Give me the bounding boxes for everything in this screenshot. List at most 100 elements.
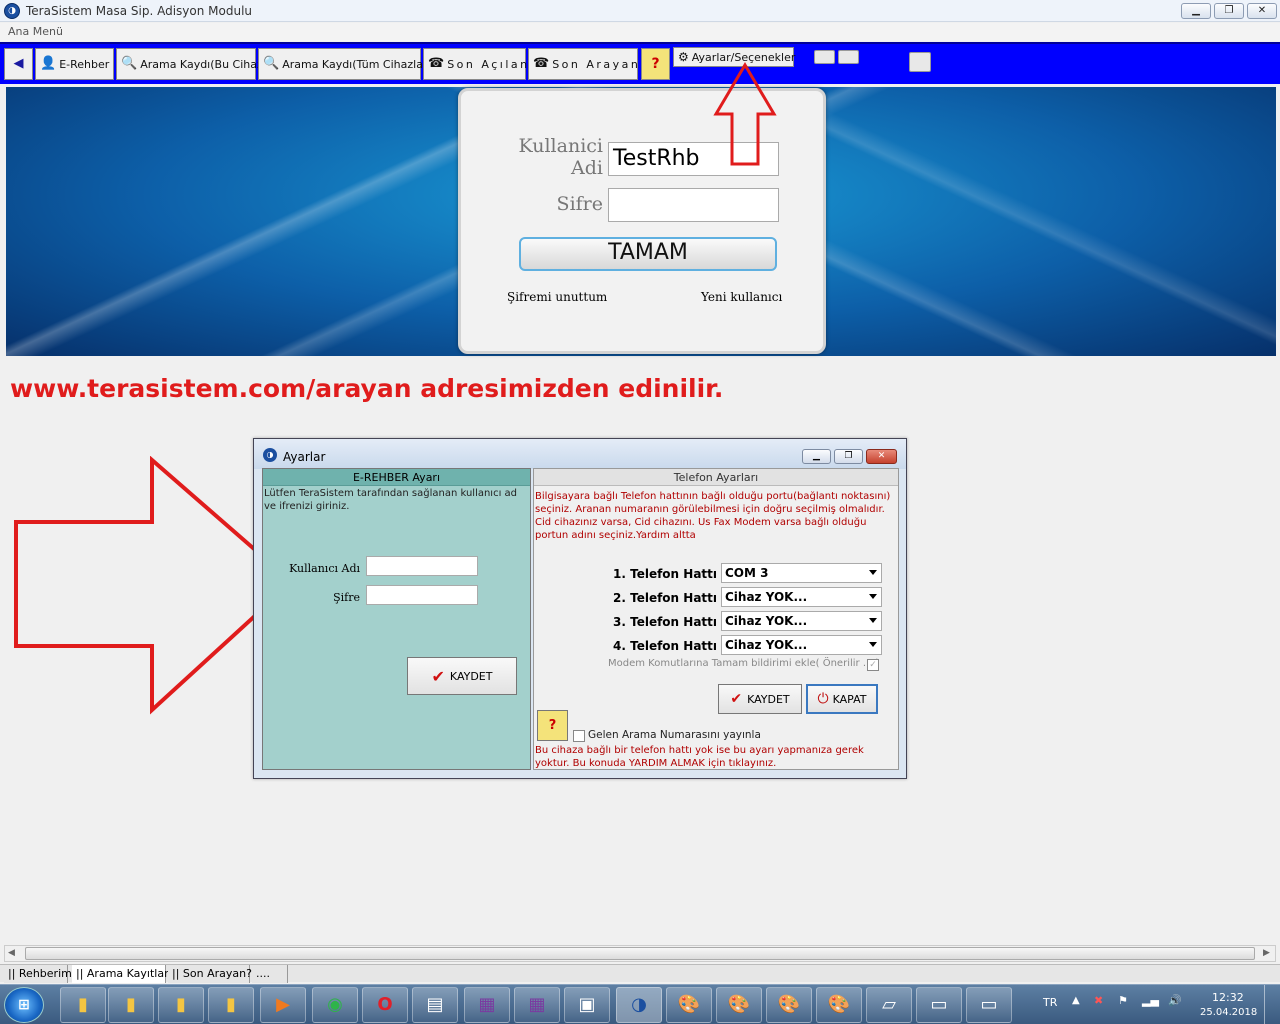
erehber-save-label: KAYDET xyxy=(449,669,493,683)
show-desktop-button[interactable] xyxy=(1264,985,1278,1024)
antivirus-icon[interactable]: ✖ xyxy=(1094,994,1103,1007)
line-1-select[interactable]: COM 3 xyxy=(721,563,882,583)
notes-icon[interactable]: ▱ xyxy=(866,987,912,1023)
username-label: Kullanici Adi xyxy=(505,135,603,179)
help-icon: ? xyxy=(548,718,557,733)
maximize-button[interactable]: ❐ xyxy=(1214,3,1244,19)
line-4-value: Cihaz YOK... xyxy=(725,638,808,652)
scroll-right-icon[interactable]: ▶ xyxy=(1263,948,1270,958)
telefon-save-button[interactable]: ✔ KAYDET xyxy=(718,684,802,714)
kapat-label: KAPAT xyxy=(832,692,867,706)
telefon-footer-help[interactable]: Bu cihaza bağlı bir telefon hattı yok is… xyxy=(535,744,899,770)
language-indicator[interactable]: TR xyxy=(1043,996,1057,1009)
contact-card-icon[interactable]: ▣ xyxy=(564,987,610,1023)
website-annotation-text: www.terasistem.com/arayan adresimizden e… xyxy=(10,374,724,403)
arama-tum-label: Arama Kaydı(Tüm Cihazlar) xyxy=(282,57,432,71)
toolbar: ◀ 👤 E-Rehber 🔍 Arama Kaydı(Bu Cihaz) 🔍 A… xyxy=(0,42,1280,84)
bottom-tabs: || Rehberim || Arama Kayıtları || Son Ar… xyxy=(0,964,1280,983)
tab-rehberim[interactable]: || Rehberim xyxy=(4,965,72,983)
paint-icon[interactable]: 🎨 xyxy=(666,987,712,1023)
horizontal-scrollbar[interactable]: ◀ ▶ xyxy=(4,945,1276,962)
flag-icon[interactable]: ⚑ xyxy=(1118,994,1128,1007)
folder-icon[interactable]: ▮ xyxy=(158,987,204,1023)
line-4-label: 4. Telefon Hattı xyxy=(613,639,717,653)
dialog-title: Ayarlar xyxy=(283,450,326,464)
publish-checkbox[interactable] xyxy=(573,730,585,742)
password-input[interactable] xyxy=(608,188,779,222)
line-4-select[interactable]: Cihaz YOK... xyxy=(721,635,882,655)
app-icon: ◑ xyxy=(4,3,20,19)
erehber-header: E-REHBER Ayarı xyxy=(263,469,530,486)
tamam-button[interactable]: TAMAM xyxy=(519,237,777,271)
new-user-link[interactable]: Yeni kullanıcı xyxy=(701,290,782,304)
winrar-icon[interactable]: ▦ xyxy=(464,987,510,1023)
network-icon[interactable]: ▂▄ xyxy=(1142,994,1159,1007)
tab-arama-kayitlari[interactable]: || Arama Kayıtları xyxy=(72,965,172,983)
folder-icon[interactable]: ▮ xyxy=(60,987,106,1023)
erehber-user-input[interactable] xyxy=(366,556,478,576)
small-button-3[interactable] xyxy=(909,52,931,72)
erehber-button[interactable]: 👤 E-Rehber xyxy=(35,48,114,80)
opera-icon[interactable]: O xyxy=(362,987,408,1023)
winrar-icon[interactable]: ▦ xyxy=(514,987,560,1023)
line-3-select[interactable]: Cihaz YOK... xyxy=(721,611,882,631)
paint-icon[interactable]: 🎨 xyxy=(766,987,812,1023)
kapat-button[interactable]: ⏻ KAPAT xyxy=(806,684,878,714)
chrome-icon[interactable]: ◉ xyxy=(312,987,358,1023)
son-arayan-label: Son Arayan xyxy=(552,57,641,71)
stop-icon: ⏻ xyxy=(817,691,829,707)
media-player-icon[interactable]: ▶ xyxy=(260,987,306,1023)
telefon-settings-pane: Telefon Ayarları Bilgisayara bağlı Telef… xyxy=(533,468,899,770)
dialog-maximize-button[interactable]: ❐ xyxy=(834,449,863,464)
scroll-thumb[interactable] xyxy=(25,947,1255,960)
line-3-value: Cihaz YOK... xyxy=(725,614,808,628)
back-button[interactable]: ◀ xyxy=(4,48,33,80)
tray-expand-icon[interactable]: ▲ xyxy=(1072,995,1080,1006)
dialog-close-button[interactable]: ✕ xyxy=(866,449,897,464)
son-acilan-button[interactable]: ☎ Son Açılan xyxy=(423,48,527,80)
paint-icon[interactable]: 🎨 xyxy=(816,987,862,1023)
erehber-password-input[interactable] xyxy=(366,585,478,605)
line-2-select[interactable]: Cihaz YOK... xyxy=(721,587,882,607)
erehber-description: Lütfen TeraSistem tarafından sağlanan ku… xyxy=(264,488,518,512)
minimize-button[interactable]: ▁ xyxy=(1181,3,1211,19)
publish-label: Gelen Arama Numarasını yayınla xyxy=(588,729,761,741)
telefon-help-button[interactable]: ? xyxy=(537,710,568,741)
document-icon[interactable]: ▤ xyxy=(412,987,458,1023)
modem-option-checkbox[interactable]: ✓ xyxy=(867,659,879,671)
telefon-header: Telefon Ayarları xyxy=(534,469,898,486)
back-arrow-icon: ◀ xyxy=(13,56,24,71)
volume-icon[interactable]: 🔊 xyxy=(1168,994,1182,1007)
paint-icon[interactable]: 🎨 xyxy=(716,987,762,1023)
forgot-password-link[interactable]: Şifremi unuttum xyxy=(507,290,607,304)
small-button-2[interactable] xyxy=(838,50,859,64)
image-viewer-icon[interactable]: ▭ xyxy=(916,987,962,1023)
folder-icon[interactable]: ▮ xyxy=(108,987,154,1023)
menu-ana-menu[interactable]: Ana Menü xyxy=(8,25,63,38)
chevron-down-icon xyxy=(869,570,877,575)
line-2-label: 2. Telefon Hattı xyxy=(613,591,717,605)
tab-more[interactable]: .... xyxy=(252,965,288,983)
terasistem-icon[interactable]: ◑ xyxy=(616,987,662,1023)
telefon-save-label: KAYDET xyxy=(747,692,790,706)
tab-son-arayan[interactable]: || Son Arayan? xyxy=(168,965,252,983)
son-arayan-button[interactable]: ☎ Son Arayan xyxy=(528,48,638,80)
gear-icon: ⚙ xyxy=(678,50,689,64)
start-button[interactable]: ⊞ xyxy=(4,987,44,1023)
erehber-settings-pane: E-REHBER Ayarı Lütfen TeraSistem tarafın… xyxy=(262,468,531,770)
username-label-line2: Adi xyxy=(571,157,603,179)
clock-date[interactable]: 25.04.2018 xyxy=(1200,1007,1257,1018)
small-button-1[interactable] xyxy=(814,50,835,64)
folder-icon[interactable]: ▮ xyxy=(208,987,254,1023)
dialog-minimize-button[interactable]: ▁ xyxy=(802,449,831,464)
clock-time[interactable]: 12:32 xyxy=(1212,991,1244,1004)
dialog-title-bar: ◑ Ayarlar ▁ ❐ ✕ xyxy=(254,439,906,469)
close-button[interactable]: ✕ xyxy=(1247,3,1277,19)
erehber-save-button[interactable]: ✔ KAYDET xyxy=(407,657,517,695)
image-viewer-icon[interactable]: ▭ xyxy=(966,987,1012,1023)
arama-kaydi-bu-cihaz-button[interactable]: 🔍 Arama Kaydı(Bu Cihaz) xyxy=(116,48,267,80)
arama-kaydi-tum-button[interactable]: 🔍 Arama Kaydı(Tüm Cihazlar) xyxy=(258,48,432,80)
menu-bar: Ana Menü xyxy=(0,23,1280,41)
help-button[interactable]: ? xyxy=(641,48,670,80)
scroll-left-icon[interactable]: ◀ xyxy=(8,948,15,958)
